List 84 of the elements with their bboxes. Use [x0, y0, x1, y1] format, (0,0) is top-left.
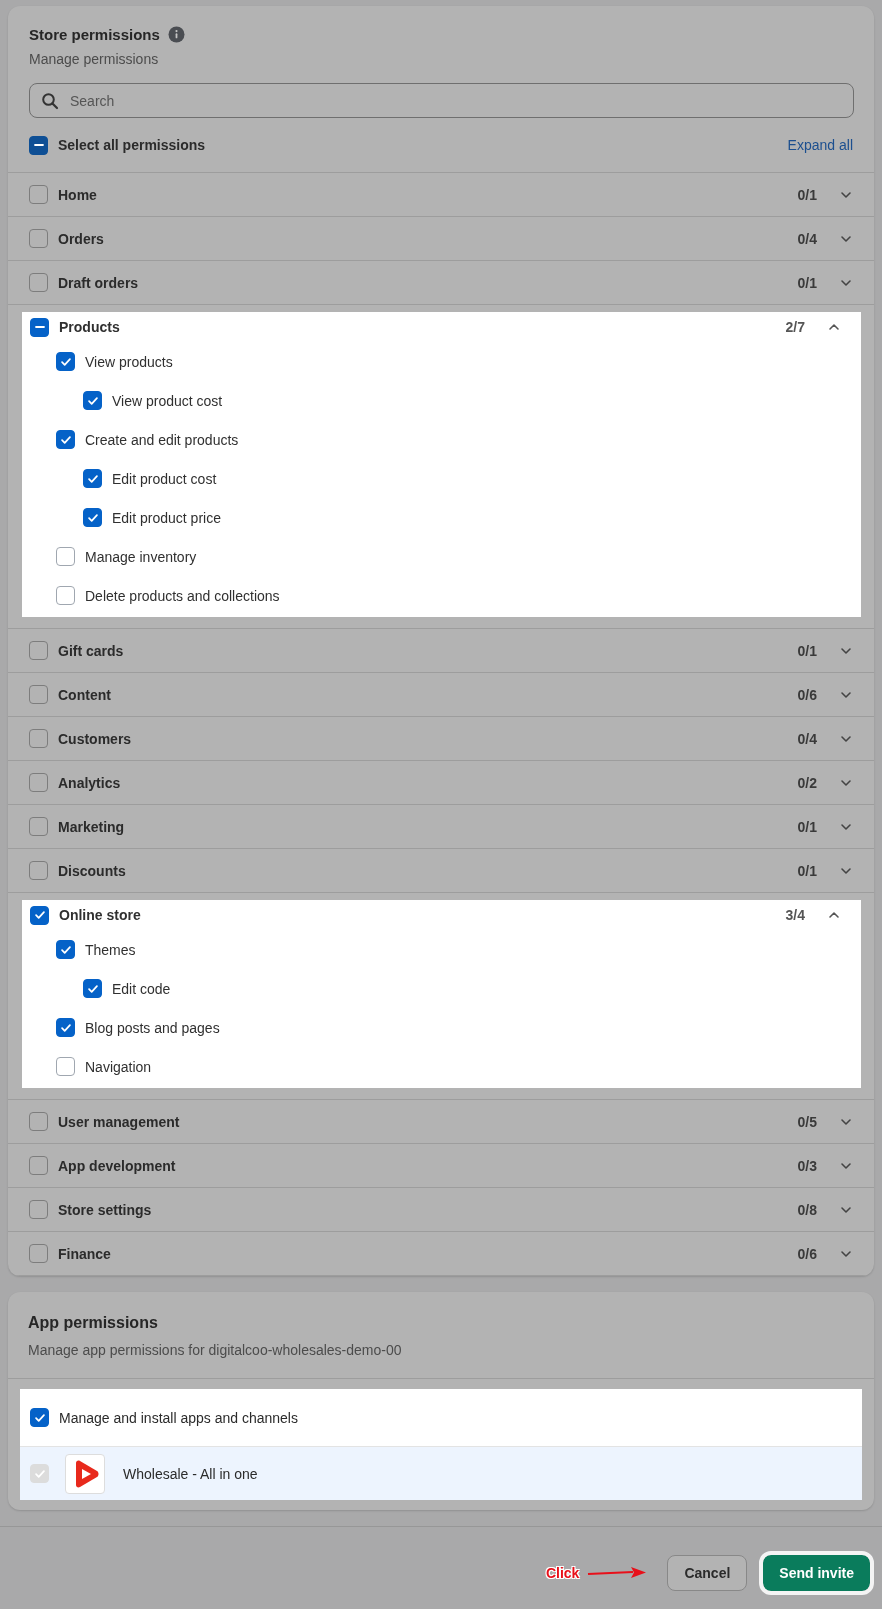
- permission-count: 0/6: [797, 686, 817, 703]
- permission-count: 0/1: [797, 186, 817, 203]
- permission-count: 0/3: [797, 1157, 817, 1174]
- permission-count: 0/5: [797, 1113, 817, 1130]
- permission-group-label: App development: [58, 1157, 177, 1174]
- expand-all-link[interactable]: Expand all: [787, 137, 853, 153]
- section-subtitle: Manage permissions: [29, 51, 160, 67]
- checkmark-icon: [32, 908, 47, 922]
- permission-group-label: Gift cards: [58, 642, 125, 659]
- checkbox[interactable]: [29, 1156, 48, 1175]
- section-title: App permissions: [28, 1314, 159, 1332]
- permission-group-label: Home: [58, 186, 98, 203]
- checkbox[interactable]: [29, 1200, 48, 1219]
- checkbox-label: Manage and install apps and channels: [59, 1409, 298, 1426]
- permission-count: 0/1: [797, 862, 817, 879]
- checkbox-label: Select all permissions: [58, 137, 207, 153]
- checkbox[interactable]: [56, 940, 75, 959]
- section-subtitle: Manage app permissions for digitalcoo-wholesales-demo-00: [28, 1342, 403, 1358]
- checkbox[interactable]: [29, 861, 48, 880]
- checkbox[interactable]: [30, 1408, 49, 1427]
- permission-count: 0/4: [797, 230, 817, 247]
- permission-group-label: Store settings: [58, 1201, 153, 1218]
- permission-group-label: Discounts: [58, 862, 127, 879]
- permission-group-label: Finance: [58, 1245, 112, 1262]
- permission-count: 2/7: [785, 319, 805, 335]
- permission-group-label: Orders: [58, 230, 105, 247]
- checkbox[interactable]: [29, 641, 48, 660]
- permission-group-label: Online store: [59, 907, 142, 923]
- permission-group-label: Analytics: [58, 774, 122, 791]
- permission-count: 0/1: [797, 274, 817, 291]
- checkbox[interactable]: [29, 817, 48, 836]
- permission-count: 0/8: [797, 1201, 817, 1218]
- checkbox[interactable]: [29, 273, 48, 292]
- permission-label: Create and edit products: [85, 431, 239, 448]
- checkbox[interactable]: [29, 685, 48, 704]
- permission-label: Navigation: [85, 1058, 152, 1075]
- checkbox[interactable]: [56, 352, 75, 371]
- annotation-label: Click: [545, 1565, 580, 1581]
- section-title: Store permissions: [29, 26, 160, 43]
- permission-label: Edit code: [112, 980, 171, 997]
- app-name: Wholesale - All in one: [123, 1465, 258, 1482]
- permission-count: 0/6: [797, 1245, 817, 1262]
- checkbox[interactable]: [30, 317, 49, 337]
- permission-label: Edit product cost: [112, 470, 217, 487]
- permission-label: View product cost: [112, 392, 223, 409]
- search-icon: [41, 92, 59, 110]
- permission-group-label: Products: [59, 319, 121, 335]
- permission-group-label: Marketing: [58, 818, 126, 835]
- checkbox[interactable]: [29, 229, 48, 248]
- checkbox[interactable]: [29, 135, 48, 155]
- checkbox[interactable]: [56, 1018, 75, 1037]
- checkbox[interactable]: [29, 1112, 48, 1131]
- permission-label: View products: [85, 353, 173, 370]
- permission-label: Blog posts and pages: [85, 1019, 220, 1036]
- checkbox[interactable]: [29, 185, 48, 204]
- checkbox[interactable]: [83, 469, 102, 488]
- permission-label: Manage inventory: [85, 548, 197, 565]
- arrow-icon: [587, 1566, 648, 1580]
- info-icon: [167, 26, 185, 43]
- checkbox[interactable]: [83, 508, 102, 527]
- checkbox[interactable]: [56, 1057, 75, 1076]
- search-field[interactable]: Search: [29, 83, 854, 118]
- checkbox[interactable]: [29, 773, 48, 792]
- checkbox[interactable]: [30, 905, 49, 925]
- permission-count: 0/4: [797, 730, 817, 747]
- checkbox[interactable]: [56, 430, 75, 449]
- cancel-button[interactable]: Cancel: [667, 1555, 748, 1591]
- permission-group-label: Content: [58, 686, 112, 703]
- permission-group-label: User management: [58, 1113, 181, 1130]
- permission-count: 0/1: [797, 818, 817, 835]
- permission-count: 0/1: [797, 642, 817, 659]
- checkbox[interactable]: [29, 1244, 48, 1263]
- checkbox[interactable]: [83, 391, 102, 410]
- checkbox[interactable]: [83, 979, 102, 998]
- permission-label: Edit product price: [112, 509, 221, 526]
- checkbox[interactable]: [56, 547, 75, 566]
- permission-group-label: Draft orders: [58, 274, 140, 291]
- checkbox[interactable]: [29, 729, 48, 748]
- permission-count: 3/4: [785, 907, 805, 923]
- permission-count: 0/2: [797, 774, 817, 791]
- permission-label: Themes: [85, 941, 136, 958]
- checkbox[interactable]: [56, 586, 75, 605]
- permission-label: Delete products and collections: [85, 587, 280, 604]
- permission-group-label: Customers: [58, 730, 133, 747]
